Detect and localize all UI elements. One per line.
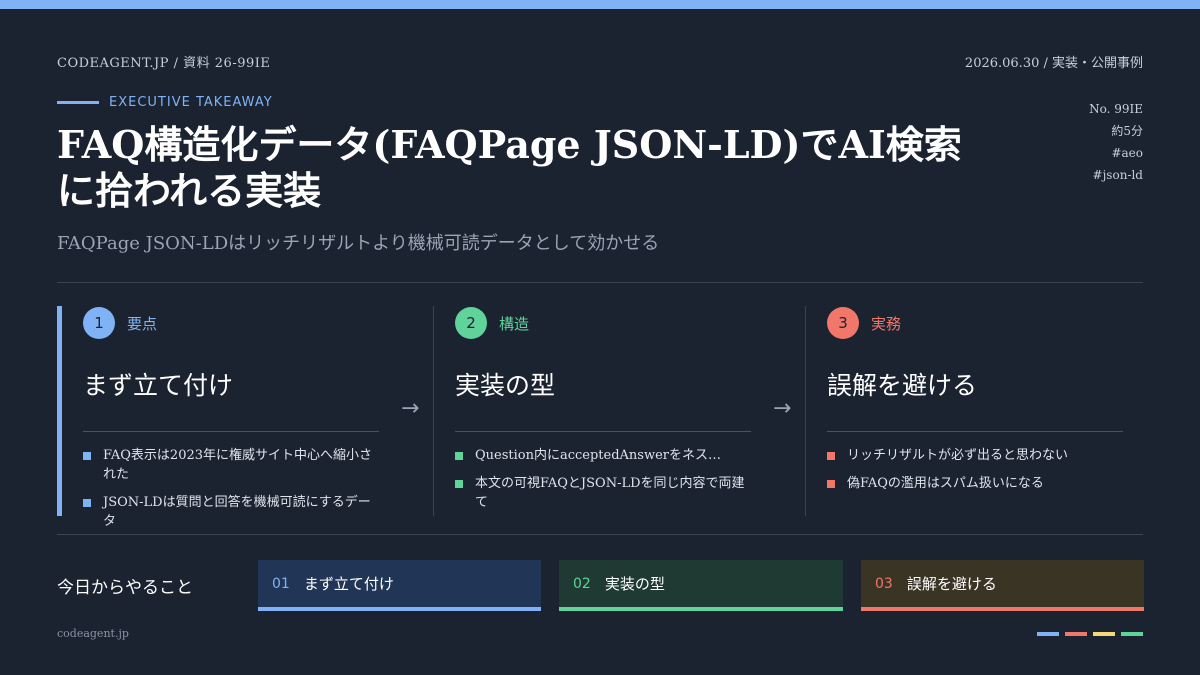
bullet-text: JSON-LDは質問と回答を機械可読にするデータ: [103, 495, 371, 529]
date-category: 2026.06.30 / 実装・公開事例: [964, 56, 1143, 71]
page-subtitle: FAQPage JSON-LDはリッチリザルトより機械可読データとして効かせる: [57, 233, 660, 254]
todo-number: 03: [875, 575, 893, 592]
tag-json-ld: #json-ld: [1092, 168, 1143, 182]
tag-list: No. 99IE 約5分 #aeo #json-ld: [1089, 98, 1143, 186]
bullet-text: Question内にacceptedAnswerをネス…: [475, 448, 722, 463]
column-practice: 3 実務 誤解を避ける リッチリザルトが必ず出ると思わない 偽FAQの濫用はスパ…: [805, 306, 1145, 516]
list-item: 偽FAQの濫用はスパム扱いになる: [827, 474, 1127, 493]
square-bullet-icon: [455, 480, 463, 488]
top-accent-bar: [0, 0, 1200, 9]
column-heading: 実装の型: [455, 371, 556, 400]
tag-aeo: #aeo: [1111, 146, 1143, 160]
column-rule: [83, 431, 379, 432]
todo-card-1[interactable]: 01 まず立て付け: [258, 560, 541, 611]
list-item: FAQ表示は2023年に権威サイト中心へ縮小された: [83, 446, 383, 484]
doc-number: No. 99IE: [1089, 102, 1143, 116]
column-heading: 誤解を避ける: [827, 371, 978, 400]
todo-number: 01: [272, 575, 290, 592]
swatch-yellow: [1093, 632, 1115, 636]
square-bullet-icon: [827, 480, 835, 488]
column-label: 要点: [127, 314, 158, 333]
arrow-right-icon: →: [401, 396, 420, 421]
todo-heading: 今日からやること: [57, 578, 193, 598]
kicker-text: EXECUTIVE TAKEAWAY: [109, 95, 273, 110]
square-bullet-icon: [827, 452, 835, 460]
swatch-red: [1065, 632, 1087, 636]
column-structure: 2 構造 実装の型 Question内にacceptedAnswerをネス… 本…: [433, 306, 758, 516]
divider-top: [57, 282, 1143, 283]
page-title: FAQ構造化データ(FAQPage JSON-LD)でAI検索に拾われる実装: [57, 122, 962, 213]
todo-text: 誤解を避ける: [906, 575, 997, 593]
todo-number: 02: [573, 575, 591, 592]
reading-time: 約5分: [1111, 124, 1143, 138]
square-bullet-icon: [83, 452, 91, 460]
square-bullet-icon: [455, 452, 463, 460]
bullet-list: FAQ表示は2023年に権威サイト中心へ縮小された JSON-LDは質問と回答を…: [83, 446, 383, 540]
step-number-badge: 1: [83, 307, 115, 339]
footer-site[interactable]: codeagent.jp: [57, 627, 129, 640]
arrow-right-icon: →: [773, 396, 792, 421]
bullet-text: FAQ表示は2023年に権威サイト中心へ縮小された: [103, 448, 373, 482]
todo-card-2[interactable]: 02 実装の型: [559, 560, 843, 611]
kicker-line: [57, 101, 99, 104]
column-header: 3 実務: [827, 307, 901, 339]
bullet-text: 偽FAQの濫用はスパム扱いになる: [847, 476, 1044, 491]
list-item: JSON-LDは質問と回答を機械可読にするデータ: [83, 493, 383, 531]
swatch-blue: [1037, 632, 1059, 636]
list-item: リッチリザルトが必ず出ると思わない: [827, 446, 1127, 465]
bullet-list: Question内にacceptedAnswerをネス… 本文の可視FAQとJS…: [455, 446, 755, 521]
bullet-list: リッチリザルトが必ず出ると思わない 偽FAQの濫用はスパム扱いになる: [827, 446, 1127, 502]
kicker: EXECUTIVE TAKEAWAY: [57, 95, 273, 110]
column-heading: まず立て付け: [83, 371, 234, 400]
step-number-badge: 3: [827, 307, 859, 339]
column-label: 構造: [499, 314, 530, 333]
column-label: 実務: [871, 314, 902, 333]
bullet-text: 本文の可視FAQとJSON-LDを同じ内容で両建て: [475, 476, 745, 510]
source-label: CODEAGENT.JP / 資料 26-99IE: [57, 56, 271, 71]
bullet-text: リッチリザルトが必ず出ると思わない: [847, 448, 1069, 463]
list-item: 本文の可視FAQとJSON-LDを同じ内容で両建て: [455, 474, 755, 512]
column-rule: [827, 431, 1123, 432]
todo-text: まず立て付け: [303, 575, 394, 593]
color-swatches: [1037, 632, 1143, 636]
square-bullet-icon: [83, 499, 91, 507]
column-key-points: 1 要点 まず立て付け FAQ表示は2023年に権威サイト中心へ縮小された JS…: [57, 306, 382, 529]
column-header: 1 要点: [83, 307, 157, 339]
column-rule: [455, 431, 751, 432]
todo-card-3[interactable]: 03 誤解を避ける: [861, 560, 1144, 611]
step-number-badge: 2: [455, 307, 487, 339]
list-item: Question内にacceptedAnswerをネス…: [455, 446, 755, 465]
divider-bottom: [57, 534, 1143, 535]
todo-text: 実装の型: [604, 575, 665, 593]
swatch-green: [1121, 632, 1143, 636]
column-header: 2 構造: [455, 307, 529, 339]
